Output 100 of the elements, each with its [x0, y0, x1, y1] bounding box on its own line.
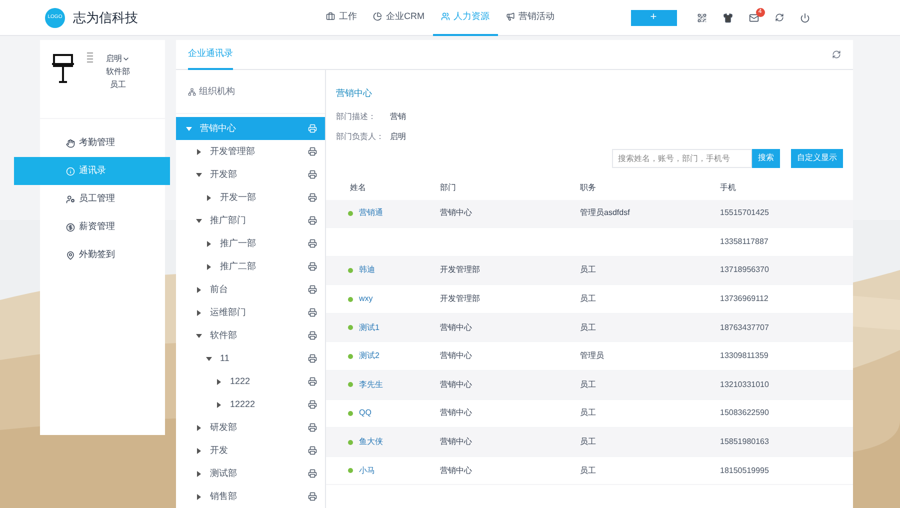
table-cell-text: 员工: [580, 264, 597, 276]
printer-icon[interactable]: [308, 147, 317, 156]
brand-name: 志为信科技: [73, 8, 138, 27]
user-role: 员工: [110, 79, 126, 91]
employee-name-link[interactable]: 营销通: [359, 207, 383, 220]
table-cell-text: 13358117887: [720, 236, 770, 248]
expanded-caret-icon: [206, 356, 212, 362]
org-chart-icon: [188, 88, 196, 96]
collapsed-caret-icon: [196, 286, 202, 292]
expanded-caret-icon: [186, 126, 192, 132]
qr-code-icon[interactable]: [696, 12, 706, 22]
table-cell-text: 员工: [580, 436, 597, 448]
field-label: 部门描述：: [336, 110, 377, 122]
sidebar-item[interactable]: 外勤签到: [40, 241, 165, 269]
tree-item[interactable]: 运维部门: [176, 301, 325, 324]
employee-name-link[interactable]: 小马: [359, 464, 375, 477]
table-cell-text: 13210331010: [720, 378, 770, 391]
menu-icon: [66, 250, 75, 260]
printer-icon[interactable]: [308, 446, 317, 455]
printer-icon[interactable]: [308, 469, 317, 478]
shirt-icon[interactable]: [722, 12, 732, 22]
field-label: 部门负责人：: [336, 130, 385, 142]
tree-item[interactable]: 前台: [176, 278, 325, 301]
field-value: 启明: [390, 130, 406, 142]
nav-tab[interactable]: 企业CRM: [365, 0, 432, 36]
nav-icon: [326, 12, 335, 21]
collapsed-caret-icon: [196, 494, 202, 500]
tree-item[interactable]: 12222: [176, 393, 325, 416]
expanded-caret-icon: [196, 172, 202, 178]
employee-name-link[interactable]: 李先生: [359, 378, 383, 391]
menu-icon: [66, 222, 75, 232]
table-cell-text: 13736969112: [720, 293, 770, 306]
tree-item[interactable]: 开发一部: [176, 186, 325, 209]
printer-icon[interactable]: [308, 216, 317, 225]
collapsed-caret-icon: [196, 470, 202, 476]
menu-icon: [66, 138, 75, 148]
table-cell-text: 18150519995: [720, 464, 770, 477]
tree-item[interactable]: 11: [176, 347, 325, 370]
printer-icon[interactable]: [308, 492, 317, 501]
nav-icon: [373, 12, 382, 21]
employee-name-link[interactable]: 韩迪: [359, 264, 375, 276]
table-cell-text: 营销中心: [440, 436, 473, 448]
employee-name-link[interactable]: 鱼大侠: [359, 436, 383, 448]
department-title: 营销中心: [336, 87, 373, 100]
collapsed-caret-icon: [206, 194, 212, 200]
field-value: 营销: [390, 110, 406, 122]
table-cell-text: 15083622590: [720, 407, 770, 420]
tree-item[interactable]: 1222: [176, 370, 325, 393]
refresh-icon[interactable]: [774, 13, 784, 22]
tree-item[interactable]: 推广部门: [176, 209, 325, 232]
tree-item[interactable]: 推广二部: [176, 255, 325, 278]
tree-item[interactable]: 开发部: [176, 163, 325, 186]
nav-tab[interactable]: 营销活动: [498, 0, 562, 36]
tree-item[interactable]: 测试部: [176, 462, 325, 485]
printer-icon[interactable]: [308, 308, 317, 317]
printer-icon[interactable]: [308, 170, 317, 179]
nav-tab[interactable]: 工作: [318, 0, 365, 36]
table-cell-text: 员工: [580, 378, 597, 391]
table-cell-text: 营销中心: [440, 207, 473, 220]
nav-icon: [440, 12, 450, 21]
power-icon[interactable]: [800, 12, 810, 22]
printer-icon[interactable]: [308, 262, 317, 271]
printer-icon[interactable]: [308, 193, 317, 202]
printer-icon[interactable]: [308, 285, 317, 294]
column-header: 部门: [440, 182, 457, 194]
printer-icon[interactable]: [308, 331, 317, 340]
employee-name-link[interactable]: wxy: [359, 293, 373, 306]
table-cell-text: 员工: [580, 293, 597, 306]
tree-item[interactable]: 开发管理部: [176, 140, 325, 163]
tree-item[interactable]: 销售部: [176, 485, 325, 508]
tree-title: 组织机构: [199, 84, 235, 98]
printer-icon[interactable]: [308, 423, 317, 432]
employee-name-link[interactable]: QQ: [359, 407, 372, 420]
table-cell-text: 开发管理部: [440, 293, 481, 306]
sidebar-item[interactable]: 员工管理: [40, 185, 165, 213]
printer-icon[interactable]: [308, 354, 317, 363]
mail-icon[interactable]: [748, 12, 758, 22]
menu-icon: [66, 194, 75, 204]
table-cell-text: 15851980163: [720, 436, 770, 448]
printer-icon[interactable]: [308, 400, 317, 409]
table-cell-text: 营销中心: [440, 464, 473, 477]
tree-item[interactable]: 推广一部: [176, 232, 325, 255]
collapsed-caret-icon: [206, 240, 212, 246]
printer-icon[interactable]: [308, 239, 317, 248]
user-name[interactable]: 启明: [106, 52, 122, 65]
employee-name-link[interactable]: 测试2: [359, 350, 380, 362]
collapsed-caret-icon: [216, 402, 222, 408]
tree-item[interactable]: 研发部: [176, 416, 325, 439]
printer-icon[interactable]: [308, 377, 317, 386]
table-cell-text: 员工: [580, 407, 597, 420]
employee-name-link[interactable]: 测试1: [359, 322, 380, 334]
sidebar-item[interactable]: 薪资管理: [40, 213, 165, 241]
tree-item[interactable]: 开发: [176, 439, 325, 462]
search-field[interactable]: 搜索姓名，账号，部门，手机号: [612, 148, 752, 168]
table-cell-text: 员工: [580, 464, 597, 477]
tree-item[interactable]: 软件部: [176, 324, 325, 347]
table-cell-text: 员工: [580, 322, 597, 334]
sidebar-item[interactable]: 考勤管理: [40, 129, 165, 157]
refresh-icon[interactable]: [832, 50, 841, 59]
table-cell-text: 18763437707: [720, 322, 770, 334]
